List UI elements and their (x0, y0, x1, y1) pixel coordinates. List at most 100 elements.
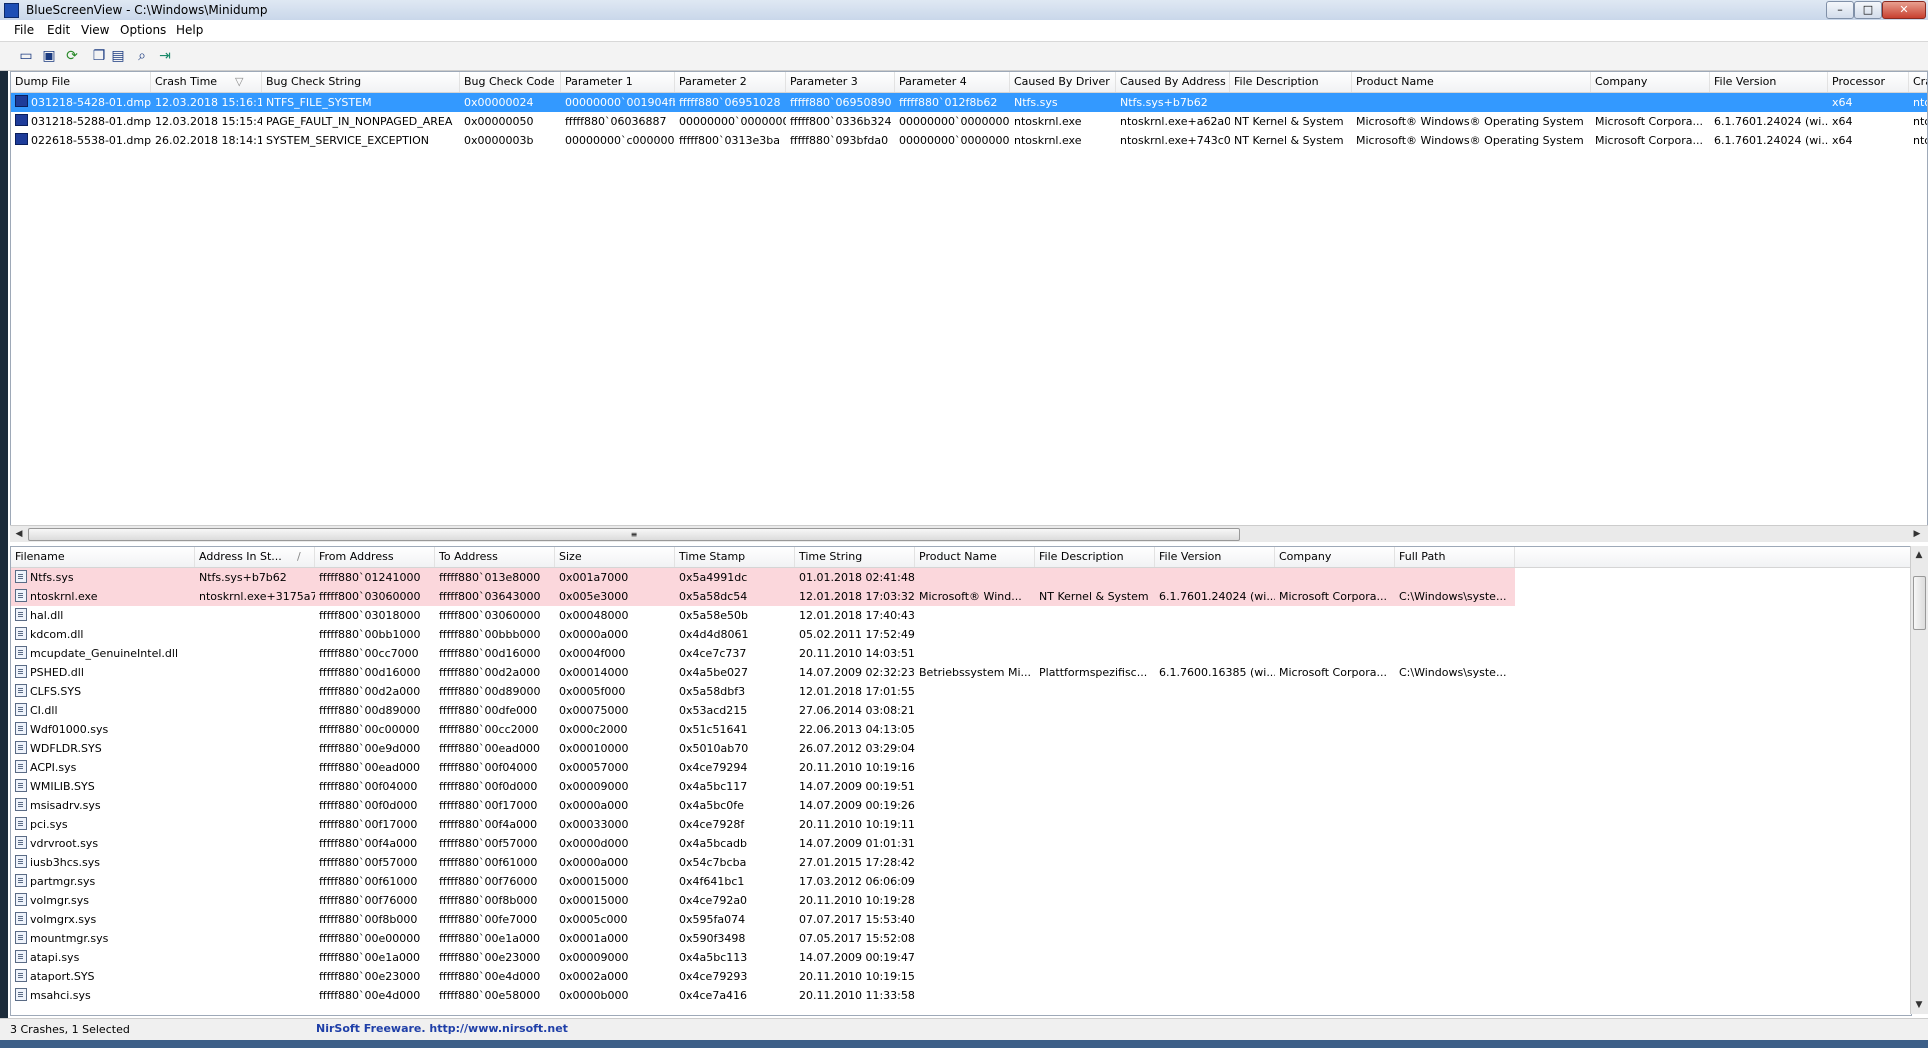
menu-view[interactable]: View (81, 23, 109, 37)
crash-cell: 12.03.2018 15:15:45 (155, 115, 262, 128)
driver-row[interactable]: volmgr.sys fffff880`00f76000 fffff880`00f8… (11, 891, 1911, 910)
menu-file[interactable]: File (14, 23, 34, 37)
crash-row[interactable]: 031218-5428-01.dmp 12.03.2018 15:16:17 NTF… (11, 93, 1927, 112)
column-header[interactable]: Cra (1909, 72, 1927, 92)
scroll-down-arrow-icon[interactable]: ▼ (1912, 998, 1926, 1012)
driver-row[interactable]: vdrvroot.sys fffff880`00f4a000 fffff880`00… (11, 834, 1911, 853)
crash-cell: x64 (1832, 96, 1853, 109)
driver-cell: 05.02.2011 17:52:49 (799, 628, 915, 641)
exit-icon[interactable]: ⇥ (157, 48, 173, 64)
nirsoft-link[interactable]: NirSoft Freeware. http://www.nirsoft.net (316, 1022, 568, 1035)
column-header[interactable]: Parameter 4 (895, 72, 1010, 92)
dump-file-icon (15, 114, 28, 126)
driver-row[interactable]: CI.dll fffff880`00d89000 fffff880`00dfe000… (11, 701, 1911, 720)
driver-row[interactable]: CLFS.SYS fffff880`00d2a000 fffff880`00d890… (11, 682, 1911, 701)
driver-cell (1395, 644, 1515, 663)
maximize-button[interactable]: □ (1854, 1, 1882, 19)
driver-row[interactable]: mountmgr.sys fffff880`00e00000 fffff880`00… (11, 929, 1911, 948)
save-icon[interactable]: ▣ (41, 48, 57, 64)
vertical-scroll-thumb[interactable] (1913, 576, 1926, 630)
driver-row[interactable]: Wdf01000.sys fffff880`00c00000 fffff880`00… (11, 720, 1911, 739)
driver-row[interactable]: WMILIB.SYS fffff880`00f04000 fffff880`00f0… (11, 777, 1911, 796)
close-button[interactable]: ✕ (1882, 1, 1926, 19)
column-header[interactable]: To Address (435, 547, 555, 567)
column-header[interactable]: Bug Check Code (460, 72, 561, 92)
driver-cell: Betriebssystem Mi... (919, 666, 1031, 679)
column-header[interactable]: Time String (795, 547, 915, 567)
column-header[interactable]: Size (555, 547, 675, 567)
driver-row[interactable]: ntoskrnl.exe ntoskrnl.exe+3175a7 fffff800`… (11, 587, 1911, 606)
driver-cell (1035, 834, 1155, 853)
search-icon[interactable]: ⌕ (134, 48, 150, 64)
menu-help[interactable]: Help (176, 23, 203, 37)
column-header[interactable]: File Version (1710, 72, 1828, 92)
column-header[interactable]: File Version (1155, 547, 1275, 567)
scroll-left-arrow-icon[interactable]: ◀ (12, 527, 26, 541)
driver-row[interactable]: ACPI.sys fffff880`00ead000 fffff880`00f040… (11, 758, 1911, 777)
save-html-report-icon[interactable]: ▭ (18, 48, 34, 64)
driver-cell (195, 834, 315, 853)
column-header[interactable]: From Address (315, 547, 435, 567)
column-header[interactable]: Crash Time ▽ (151, 72, 262, 92)
column-header[interactable]: Product Name (1352, 72, 1591, 92)
column-header[interactable]: Time Stamp (675, 547, 795, 567)
column-header[interactable]: Caused By Address (1116, 72, 1230, 92)
minimize-button[interactable]: – (1826, 1, 1854, 19)
driver-cell (195, 777, 315, 796)
column-header[interactable]: Parameter 2 (675, 72, 786, 92)
driver-row[interactable]: Ntfs.sys Ntfs.sys+b7b62 fffff880`01241000 f… (11, 568, 1911, 587)
vertical-scrollbar[interactable]: ▲ ▼ (1910, 546, 1928, 1014)
copy-icon[interactable]: ❐ (91, 48, 107, 64)
scroll-up-arrow-icon[interactable]: ▲ (1912, 548, 1926, 562)
driver-file-icon (15, 836, 27, 849)
driver-row[interactable]: volmgrx.sys fffff880`00f8b000 fffff880`00f… (11, 910, 1911, 929)
column-header[interactable]: Company (1275, 547, 1395, 567)
column-header[interactable]: File Description (1230, 72, 1352, 92)
driver-cell: fffff880`00d16000 (439, 647, 541, 660)
driver-row[interactable]: PSHED.dll fffff880`00d16000 fffff880`00d2a… (11, 663, 1911, 682)
driver-row[interactable]: partmgr.sys fffff880`00f61000 fffff880`00f… (11, 872, 1911, 891)
driver-cell: fffff880`00e1a000 (439, 932, 541, 945)
column-header[interactable]: Parameter 1 (561, 72, 675, 92)
column-header[interactable]: Parameter 3 (786, 72, 895, 92)
driver-row[interactable]: pci.sys fffff880`00f17000 fffff880`00f4a00… (11, 815, 1911, 834)
driver-cell (1275, 777, 1395, 796)
driver-cell: 26.07.2012 03:29:04 (799, 742, 915, 755)
column-header[interactable]: Address In St... / (195, 547, 315, 567)
crash-row[interactable]: 022618-5538-01.dmp 26.02.2018 18:14:13 SYS… (11, 131, 1927, 150)
column-header[interactable]: Product Name (915, 547, 1035, 567)
properties-icon[interactable]: ▤ (110, 48, 126, 64)
driver-row[interactable]: ataport.SYS fffff880`00e23000 fffff880`00e… (11, 967, 1911, 986)
menu-options[interactable]: Options (120, 23, 166, 37)
column-header[interactable]: Full Path (1395, 547, 1515, 567)
driver-cell: 12.01.2018 17:03:32 (795, 587, 915, 606)
driver-cell: WMILIB.SYS (11, 777, 195, 796)
menu-edit[interactable]: Edit (47, 23, 70, 37)
refresh-icon[interactable]: ⟳ (64, 48, 80, 64)
column-header[interactable]: Bug Check String (262, 72, 460, 92)
driver-row[interactable]: atapi.sys fffff880`00e1a000 fffff880`00e23… (11, 948, 1911, 967)
driver-row[interactable]: msisadrv.sys fffff880`00f0d000 fffff880`00… (11, 796, 1911, 815)
driver-row[interactable]: iusb3hcs.sys fffff880`00f57000 fffff880`00… (11, 853, 1911, 872)
crash-cell: fffff880`06950890 (790, 96, 892, 109)
crash-row[interactable]: 031218-5288-01.dmp 12.03.2018 15:15:45 PAG… (11, 112, 1927, 131)
driver-row[interactable]: msahci.sys fffff880`00e4d000 fffff880`00e5… (11, 986, 1911, 1005)
column-header[interactable]: Caused By Driver (1010, 72, 1116, 92)
horizontal-scrollbar[interactable]: ◀ ≡ ▶ (10, 525, 1928, 542)
driver-row[interactable]: mcupdate_GenuineIntel.dll fffff880`00cc70… (11, 644, 1911, 663)
column-header[interactable]: File Description (1035, 547, 1155, 567)
scroll-right-arrow-icon[interactable]: ▶ (1910, 527, 1924, 541)
driver-row[interactable]: hal.dll fffff800`03018000 fffff800`0306000… (11, 606, 1911, 625)
horizontal-scroll-thumb[interactable]: ≡ (28, 528, 1240, 541)
driver-cell (1275, 910, 1395, 929)
status-bar: 3 Crashes, 1 Selected NirSoft Freeware. … (0, 1018, 1928, 1041)
driver-cell: fffff880`00dfe000 (439, 704, 538, 717)
column-header[interactable]: Company (1591, 72, 1710, 92)
column-header[interactable]: Processor (1828, 72, 1909, 92)
sort-indicator-icon: ▽ (235, 75, 244, 88)
column-header[interactable]: Filename (11, 547, 195, 567)
driver-row[interactable]: kdcom.dll fffff880`00bb1000 fffff880`00bbb… (11, 625, 1911, 644)
driver-cell: Ntfs.sys (11, 568, 195, 587)
column-header[interactable]: Dump File (11, 72, 151, 92)
driver-row[interactable]: WDFLDR.SYS fffff880`00e9d000 fffff880`00ea… (11, 739, 1911, 758)
